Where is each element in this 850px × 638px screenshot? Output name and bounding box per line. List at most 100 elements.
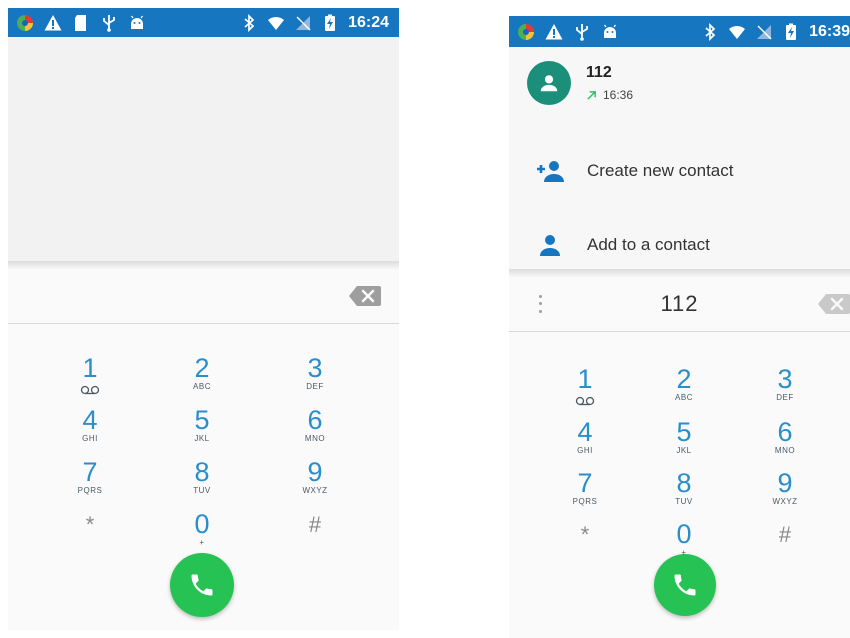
dialpad-key-5[interactable]: 5 JKL (162, 406, 242, 456)
key-digit: * (85, 512, 95, 537)
dialpad-key-pound[interactable]: # (745, 520, 825, 570)
dialpad-key-4[interactable]: 4 GHI (545, 418, 625, 468)
divider-shadow (509, 269, 850, 277)
dialer-screen-left: 16:24 1 2 ABC 3 DEF 4 GHI 5 JKL 6 MNO 7 PQRS 8 TUV 9 WXY… (8, 8, 399, 630)
status-bar: 16:39 (509, 16, 850, 47)
key-digit: 5 (676, 417, 692, 447)
maps-icon (16, 14, 34, 32)
phone-icon (191, 574, 213, 596)
wifi-icon (728, 23, 746, 41)
keypad: 1 2 ABC 3 DEF 4 GHI 5 JKL 6 MNO 7 PQRS 8 TUV 9 WXYZ * 0 + # (509, 332, 850, 638)
key-digit: 5 (194, 405, 210, 435)
dialer-screen-right: 16:39 112 16:36 Create new contact Add t… (509, 16, 850, 638)
key-digit: 6 (307, 405, 323, 435)
call-button[interactable] (170, 553, 234, 617)
dialpad-key-7[interactable]: 7 PQRS (50, 458, 130, 508)
usb-icon (100, 14, 118, 32)
key-digit: 3 (307, 353, 323, 383)
digits-field[interactable]: 112 (509, 277, 850, 331)
key-letters: JKL (194, 434, 210, 443)
status-right-icons: 16:39 (701, 16, 850, 47)
keypad: 1 2 ABC 3 DEF 4 GHI 5 JKL 6 MNO 7 PQRS 8 TUV 9 WXYZ * 0 + # (8, 324, 399, 630)
status-right-icons: 16:24 (240, 8, 389, 37)
battery-charging-icon (782, 23, 800, 41)
dialpad-key-2[interactable]: 2 ABC (162, 354, 242, 404)
dialpad-key-0[interactable]: 0 + (644, 520, 724, 570)
dialpad-key-1[interactable]: 1 (50, 354, 130, 404)
key-digit: 6 (777, 417, 793, 447)
status-time: 16:39 (809, 22, 850, 40)
dialpad-key-6[interactable]: 6 MNO (275, 406, 355, 456)
dialpad-key-1[interactable]: 1 (545, 365, 625, 415)
key-letters: GHI (82, 434, 98, 443)
warning-icon (545, 23, 563, 41)
key-letters: PQRS (77, 486, 103, 495)
create-new-contact-button[interactable]: Create new contact (509, 143, 850, 199)
create-new-contact-label: Create new contact (587, 161, 734, 180)
add-to-contact-label: Add to a contact (587, 235, 710, 254)
key-letters: TUV (193, 486, 211, 495)
digits-row: 112 (509, 277, 850, 332)
add-person-icon (535, 156, 565, 186)
voicemail-icon (50, 382, 130, 395)
maps-icon (517, 23, 535, 41)
avatar[interactable] (527, 61, 571, 105)
battery-charging-icon (321, 14, 339, 32)
outgoing-call-arrow-icon (587, 90, 596, 100)
bluetooth-icon (701, 22, 719, 41)
key-letters: DEF (306, 382, 324, 391)
recent-call-number[interactable]: 112 (586, 64, 612, 82)
add-to-contact-button[interactable]: Add to a contact (509, 217, 850, 273)
dialpad-key-6[interactable]: 6 MNO (745, 418, 825, 468)
key-digit: 3 (777, 364, 793, 394)
key-digit: 0 (676, 519, 692, 549)
dialpad-key-star[interactable]: * (545, 520, 625, 570)
android-icon (128, 14, 146, 32)
key-digit: 7 (577, 468, 593, 498)
divider-shadow (8, 261, 399, 269)
dialpad-key-4[interactable]: 4 GHI (50, 406, 130, 456)
person-icon (540, 75, 558, 92)
status-bar: 16:24 (8, 8, 399, 37)
dialpad-key-9[interactable]: 9 WXYZ (745, 469, 825, 519)
dialpad-key-2[interactable]: 2 ABC (644, 365, 724, 415)
key-digit: 7 (82, 457, 98, 487)
key-digit: # (308, 512, 322, 537)
key-letters: ABC (675, 393, 693, 402)
dialpad-key-7[interactable]: 7 PQRS (545, 469, 625, 519)
bluetooth-icon (240, 13, 258, 32)
dialpad-key-8[interactable]: 8 TUV (162, 458, 242, 508)
dialpad-key-3[interactable]: 3 DEF (745, 365, 825, 415)
backspace-icon[interactable] (818, 294, 850, 314)
key-digit: 9 (307, 457, 323, 487)
key-letters: WXYZ (302, 486, 328, 495)
dialpad-key-8[interactable]: 8 TUV (644, 469, 724, 519)
key-digit: 0 (194, 509, 210, 539)
wifi-icon (267, 14, 285, 32)
phone-icon (674, 574, 696, 596)
warning-icon (44, 14, 62, 32)
recent-call-time: 16:36 (603, 88, 634, 102)
dialpad-key-9[interactable]: 9 WXYZ (275, 458, 355, 508)
key-digit: 2 (676, 364, 692, 394)
backspace-icon[interactable] (349, 286, 381, 306)
recent-call-meta: 16:36 (586, 88, 633, 102)
dialpad-key-0[interactable]: 0 + (162, 510, 242, 560)
status-time: 16:24 (348, 13, 389, 31)
status-left-icons (517, 16, 619, 47)
key-digit: 2 (194, 353, 210, 383)
dialpad-key-star[interactable]: * (50, 510, 130, 560)
key-digit: * (580, 522, 590, 547)
digits-field[interactable] (8, 269, 399, 323)
key-digit: 4 (577, 417, 593, 447)
sd-card-icon (72, 14, 90, 32)
dialpad-key-pound[interactable]: # (275, 510, 355, 560)
key-letters: MNO (774, 446, 796, 455)
key-letters: DEF (776, 393, 794, 402)
key-letters: TUV (675, 497, 693, 506)
no-sim-icon (755, 23, 773, 41)
dialpad-key-3[interactable]: 3 DEF (275, 354, 355, 404)
key-digit: 1 (577, 364, 593, 394)
android-icon (601, 23, 619, 41)
dialpad-key-5[interactable]: 5 JKL (644, 418, 724, 468)
